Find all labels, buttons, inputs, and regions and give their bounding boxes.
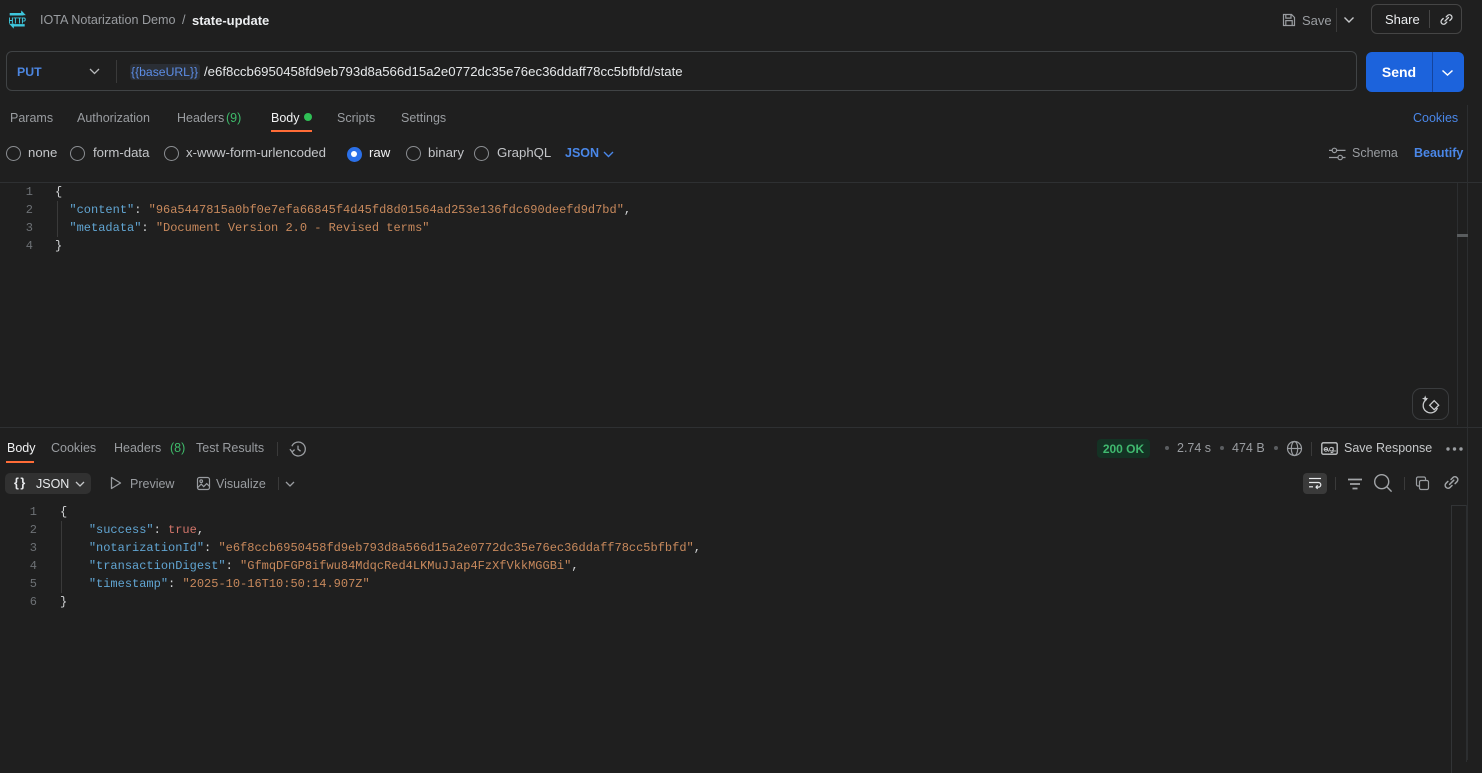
svg-text:HTTP: HTTP (9, 16, 26, 26)
